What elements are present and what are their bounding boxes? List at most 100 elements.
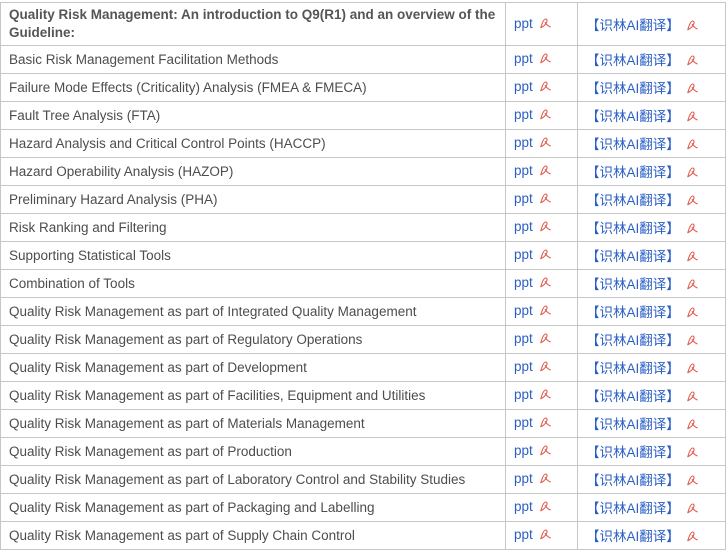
row-title: Quality Risk Management as part of Integ… [1,298,506,326]
ppt-link[interactable]: ppt [514,16,533,31]
pdf-icon[interactable] [686,110,699,126]
pdf-icon[interactable] [539,500,552,516]
ppt-link[interactable]: ppt [514,471,533,486]
table-row: Fault Tree Analysis (FTA)ppt【识林AI翻译】 [1,102,726,130]
pdf-icon[interactable] [539,220,552,236]
translate-cell: 【识林AI翻译】 [578,158,726,186]
row-title: Hazard Operability Analysis (HAZOP) [1,158,506,186]
row-title: Quality Risk Management as part of Packa… [1,494,506,522]
pdf-icon[interactable] [686,194,699,210]
row-title: Quality Risk Management: An introduction… [1,3,506,46]
ppt-link[interactable]: ppt [514,247,533,262]
ppt-link[interactable]: ppt [514,135,533,150]
pdf-icon[interactable] [539,528,552,544]
pdf-icon[interactable] [686,250,699,266]
pdf-icon[interactable] [539,248,552,264]
pdf-icon[interactable] [539,17,552,33]
ai-translate-link[interactable]: 【识林AI翻译】 [586,417,680,432]
table-row: Supporting Statistical Toolsppt【识林AI翻译】 [1,242,726,270]
pdf-icon[interactable] [686,306,699,322]
table-row: Quality Risk Management: An introduction… [1,3,726,46]
ppt-link[interactable]: ppt [514,387,533,402]
ppt-link[interactable]: ppt [514,527,533,542]
pdf-icon[interactable] [539,388,552,404]
ai-translate-link[interactable]: 【识林AI翻译】 [586,221,680,236]
pdf-icon[interactable] [686,390,699,406]
ppt-link[interactable]: ppt [514,359,533,374]
ppt-cell: ppt [506,3,578,46]
ai-translate-link[interactable]: 【识林AI翻译】 [586,333,680,348]
ai-translate-link[interactable]: 【识林AI翻译】 [586,305,680,320]
pdf-icon[interactable] [539,276,552,292]
ppt-link[interactable]: ppt [514,275,533,290]
pdf-icon[interactable] [686,446,699,462]
table-row: Risk Ranking and Filtering ppt 【识林AI翻译】 [1,214,726,242]
ppt-cell: ppt [506,438,578,466]
pdf-icon[interactable] [686,138,699,154]
ppt-link[interactable]: ppt [514,331,533,346]
pdf-icon[interactable] [539,360,552,376]
pdf-icon[interactable] [686,334,699,350]
ai-translate-link[interactable]: 【识林AI翻译】 [586,361,680,376]
pdf-icon[interactable] [539,304,552,320]
table-row: Combination of Tools ppt 【识林AI翻译】 [1,270,726,298]
ai-translate-link[interactable]: 【识林AI翻译】 [586,249,680,264]
ppt-cell: ppt [506,242,578,270]
table-row: Quality Risk Management as part of Suppl… [1,522,726,550]
pdf-icon[interactable] [686,222,699,238]
row-title: Basic Risk Management Facilitation Metho… [1,46,506,74]
ai-translate-link[interactable]: 【识林AI翻译】 [586,529,680,544]
translate-cell: 【识林AI翻译】 [578,494,726,522]
ppt-link[interactable]: ppt [514,443,533,458]
translate-cell: 【识林AI翻译】 [578,326,726,354]
ai-translate-link[interactable]: 【识林AI翻译】 [586,389,680,404]
ai-translate-link[interactable]: 【识林AI翻译】 [586,473,680,488]
pdf-icon[interactable] [686,502,699,518]
ai-translate-link[interactable]: 【识林AI翻译】 [586,193,680,208]
pdf-icon[interactable] [686,474,699,490]
pdf-icon[interactable] [686,362,699,378]
pdf-icon[interactable] [539,192,552,208]
row-title: Risk Ranking and Filtering [1,214,506,242]
pdf-icon[interactable] [686,54,699,70]
row-title: Combination of Tools [1,270,506,298]
ppt-link[interactable]: ppt [514,415,533,430]
ppt-link[interactable]: ppt [514,219,533,234]
pdf-icon[interactable] [686,418,699,434]
ai-translate-link[interactable]: 【识林AI翻译】 [586,137,680,152]
ppt-link[interactable]: ppt [514,303,533,318]
pdf-icon[interactable] [539,472,552,488]
row-title: Quality Risk Management as part of Produ… [1,438,506,466]
ai-translate-link[interactable]: 【识林AI翻译】 [586,165,680,180]
ppt-link[interactable]: ppt [514,79,533,94]
ai-translate-link[interactable]: 【识林AI翻译】 [586,277,680,292]
ppt-link[interactable]: ppt [514,51,533,66]
row-title: Quality Risk Management as part of Regul… [1,326,506,354]
pdf-icon[interactable] [686,166,699,182]
ppt-link[interactable]: ppt [514,163,533,178]
pdf-icon[interactable] [686,19,699,35]
ai-translate-link[interactable]: 【识林AI翻译】 [586,53,680,68]
pdf-icon[interactable] [539,416,552,432]
ai-translate-link[interactable]: 【识林AI翻译】 [586,445,680,460]
ppt-link[interactable]: ppt [514,191,533,206]
ppt-cell: ppt [506,298,578,326]
ai-translate-link[interactable]: 【识林AI翻译】 [586,109,680,124]
pdf-icon[interactable] [539,444,552,460]
ppt-link[interactable]: ppt [514,107,533,122]
ppt-cell: ppt [506,102,578,130]
ai-translate-link[interactable]: 【识林AI翻译】 [586,81,680,96]
pdf-icon[interactable] [539,52,552,68]
ppt-cell: ppt [506,186,578,214]
pdf-icon[interactable] [539,136,552,152]
ai-translate-link[interactable]: 【识林AI翻译】 [586,501,680,516]
pdf-icon[interactable] [686,278,699,294]
pdf-icon[interactable] [539,332,552,348]
pdf-icon[interactable] [539,108,552,124]
ai-translate-link[interactable]: 【识林AI翻译】 [586,18,680,33]
row-title: Preliminary Hazard Analysis (PHA) [1,186,506,214]
pdf-icon[interactable] [539,164,552,180]
pdf-icon[interactable] [686,82,699,98]
pdf-icon[interactable] [686,530,699,546]
pdf-icon[interactable] [539,80,552,96]
